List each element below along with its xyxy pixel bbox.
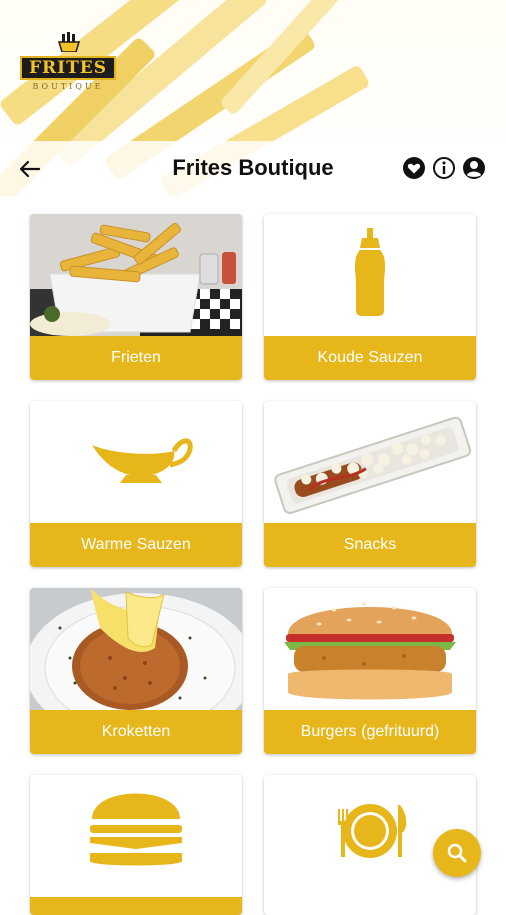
category-card-warme-sauzen[interactable]: Warme Sauzen xyxy=(30,401,242,567)
category-card-kroketten[interactable]: Kroketten xyxy=(30,588,242,754)
category-label: Kroketten xyxy=(30,710,242,754)
arrow-left-icon xyxy=(19,160,41,178)
category-card-koude-sauzen[interactable]: Koude Sauzen xyxy=(264,214,476,380)
snack-tray-photo xyxy=(274,416,472,514)
fries-photo xyxy=(30,214,242,336)
logo-subtext: BOUTIQUE xyxy=(32,82,104,91)
user-icon xyxy=(463,157,485,179)
sauce-bottle-icon xyxy=(355,228,385,316)
account-button[interactable] xyxy=(462,156,486,180)
category-image xyxy=(30,401,242,523)
brand-logo: FRITES BOUTIQUE xyxy=(20,32,118,94)
info-button[interactable] xyxy=(432,156,456,180)
category-image xyxy=(264,214,476,336)
toolbar: Frites Boutique xyxy=(0,141,506,196)
heart-icon xyxy=(403,157,425,179)
toolbar-actions xyxy=(402,156,486,180)
category-label: Frieten xyxy=(30,336,242,380)
burger-icon xyxy=(90,793,182,866)
category-card-snacks[interactable]: Snacks xyxy=(264,401,476,567)
category-image xyxy=(264,401,476,523)
search-icon xyxy=(447,843,467,863)
category-image xyxy=(30,588,242,710)
category-card-burgers-gefrituurd[interactable]: Burgers (gefrituurd) xyxy=(264,588,476,754)
header-banner: FRITES BOUTIQUE Frites Boutique xyxy=(0,0,506,196)
category-label: Warme Sauzen xyxy=(30,523,242,567)
favorites-button[interactable] xyxy=(402,156,426,180)
fries-cone-icon xyxy=(57,32,81,52)
category-image xyxy=(30,214,242,336)
category-label: Koude Sauzen xyxy=(264,336,476,380)
category-card-burger[interactable] xyxy=(30,775,242,915)
info-icon xyxy=(433,157,455,179)
category-image xyxy=(264,588,476,710)
back-button[interactable] xyxy=(14,153,46,185)
category-label: Burgers (gefrituurd) xyxy=(264,710,476,754)
croquette-photo xyxy=(30,588,242,710)
category-label: Snacks xyxy=(264,523,476,567)
gravy-boat-icon xyxy=(92,438,193,483)
logo-text: FRITES xyxy=(20,56,116,80)
category-card-frieten[interactable]: Frieten xyxy=(30,214,242,380)
fried-burger-photo xyxy=(284,602,456,700)
category-image xyxy=(30,775,242,897)
search-button[interactable] xyxy=(433,829,481,877)
